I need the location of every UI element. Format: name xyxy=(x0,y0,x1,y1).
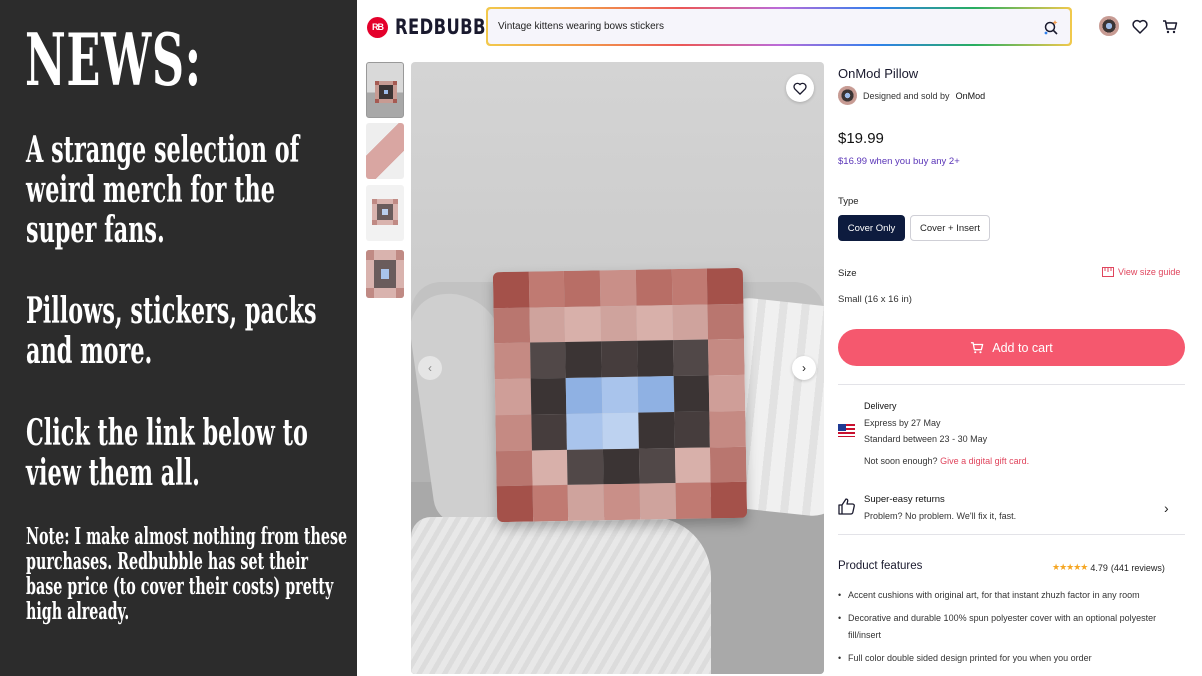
delivery-express: Express by 27 May xyxy=(864,418,941,428)
previous-image-button[interactable]: ‹ xyxy=(418,356,442,380)
artist-avatar[interactable] xyxy=(838,86,857,105)
type-label: Type xyxy=(838,196,859,207)
feature-item: Accent cushions with original art, for t… xyxy=(838,587,1185,604)
sparkle-search-icon[interactable] xyxy=(1042,18,1060,36)
us-flag-icon xyxy=(838,424,855,437)
thumbnail-front-view[interactable] xyxy=(366,185,404,241)
pixel-pillow xyxy=(492,267,748,523)
add-to-cart-label: Add to cart xyxy=(992,340,1053,355)
thumbnail-pillow xyxy=(375,81,397,103)
thumbnail-angle-view[interactable] xyxy=(366,123,404,179)
logo-badge-icon: RB xyxy=(367,16,388,38)
size-guide-label: View size guide xyxy=(1118,267,1181,277)
heart-icon[interactable] xyxy=(1130,16,1150,36)
search-input[interactable]: Vintage kittens wearing bows stickers xyxy=(498,21,1042,32)
product-price: $19.99 xyxy=(838,130,884,147)
delivery-gift-line: Not soon enough? Give a digital gift car… xyxy=(864,456,1029,466)
news-panel: NEWS: A strange selection of weird merch… xyxy=(0,0,357,676)
bulk-discount: $16.99 when you buy any 2+ xyxy=(838,156,960,167)
news-paragraph-link: Click the link below to view them all. xyxy=(26,412,308,494)
add-to-cart-button[interactable]: Add to cart xyxy=(838,329,1185,366)
gift-card-link[interactable]: Give a digital gift card. xyxy=(940,456,1029,466)
thumbnail-sofa-view[interactable] xyxy=(366,62,404,118)
ruler-icon xyxy=(1102,267,1114,277)
artist-name-link[interactable]: OnMod xyxy=(956,91,986,101)
product-title: OnMod Pillow xyxy=(838,66,919,81)
feature-item: Decorative and durable 100% spun polyest… xyxy=(838,610,1185,644)
review-count: (441 reviews) xyxy=(1110,562,1165,573)
cart-icon[interactable] xyxy=(1160,16,1180,36)
size-label: Size xyxy=(838,268,857,279)
divider xyxy=(838,534,1185,535)
next-image-button[interactable]: › xyxy=(792,356,816,380)
artist-prefix: Designed and sold by xyxy=(863,90,950,101)
cart-plus-icon xyxy=(971,342,984,354)
features-title: Product features xyxy=(838,560,923,572)
size-value[interactable]: Small (16 x 16 in) xyxy=(838,294,912,305)
star-rating-icon: ★★★★★ xyxy=(1052,562,1088,572)
account-avatar[interactable] xyxy=(1099,16,1119,36)
feature-item: Full color double sided design printed f… xyxy=(838,650,1185,667)
type-option-cover-only[interactable]: Cover Only xyxy=(838,215,905,241)
rating-summary[interactable]: ★★★★★ 4.79 (441 reviews) xyxy=(1052,562,1165,573)
delivery-standard: Standard between 23 - 30 May xyxy=(864,434,988,444)
news-paragraph-merch: A strange selection of weird merch for t… xyxy=(26,129,300,251)
not-soon-text: Not soon enough? xyxy=(864,456,938,466)
news-note: Note: I make almost nothing from these p… xyxy=(26,523,348,625)
thumbnail-pillow-front xyxy=(372,199,398,225)
main-product-image: ‹ › xyxy=(411,62,824,674)
delivery-title: Delivery xyxy=(864,401,897,411)
returns-subtitle: Problem? No problem. We'll fix it, fast. xyxy=(864,511,1017,521)
wishlist-heart-icon[interactable] xyxy=(786,74,814,102)
chevron-right-icon[interactable]: › xyxy=(1164,500,1169,516)
rating-value: 4.79 xyxy=(1090,562,1108,573)
thumbnail-design xyxy=(366,250,404,298)
type-option-cover-insert[interactable]: Cover + Insert xyxy=(910,215,990,241)
news-title: NEWS: xyxy=(25,17,202,102)
thumbnail-design-view[interactable] xyxy=(366,250,404,298)
size-guide-link[interactable]: View size guide xyxy=(1102,267,1180,277)
thumbs-up-icon xyxy=(838,498,855,515)
artist-line: Designed and sold by OnMod xyxy=(838,86,985,105)
search-bar[interactable]: Vintage kittens wearing bows stickers xyxy=(486,7,1072,46)
news-paragraph-products: Pillows, stickers, packs and more. xyxy=(26,290,317,372)
knit-blanket xyxy=(411,517,711,674)
returns-title[interactable]: Super-easy returns xyxy=(864,494,945,505)
divider xyxy=(838,384,1185,385)
